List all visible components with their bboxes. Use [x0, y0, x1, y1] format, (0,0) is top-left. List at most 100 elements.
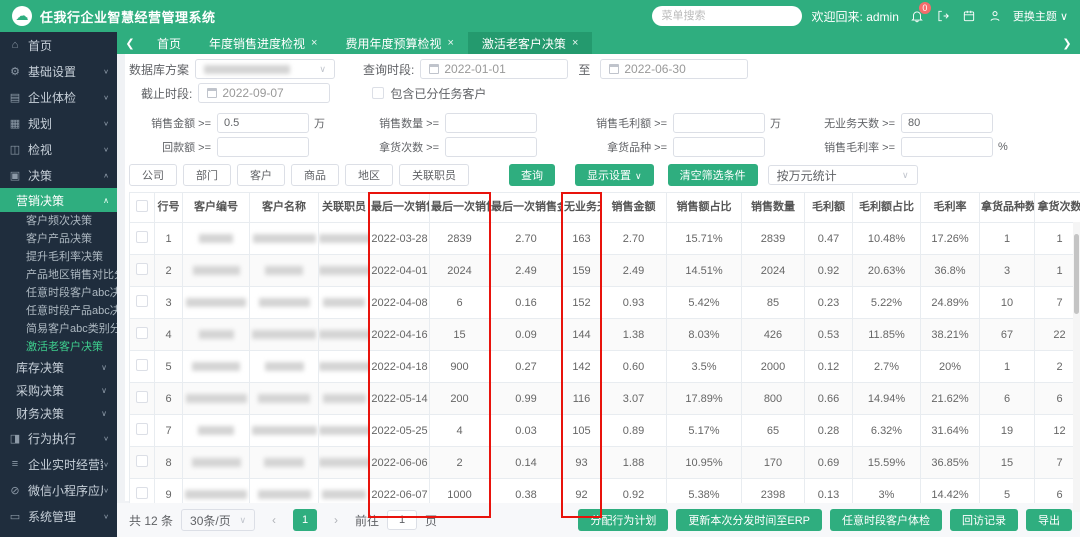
column-header-5[interactable]: 最后一次销售数量 [430, 193, 490, 223]
row-checkbox[interactable] [136, 487, 148, 499]
row-checkbox[interactable] [136, 263, 148, 275]
column-header-8[interactable]: 销售金额 [601, 193, 667, 223]
column-header-6[interactable]: 最后一次销售金额 [490, 193, 563, 223]
column-header-3[interactable]: 关联职员 [319, 193, 370, 223]
theme-switch[interactable]: 更换主题 ∨ [1013, 8, 1068, 24]
filter-field-input[interactable] [673, 137, 765, 157]
tab-close-icon[interactable]: × [311, 37, 317, 49]
sidebar-item-2[interactable]: ▤企业体检∨ [0, 84, 117, 110]
footer-button-1[interactable]: 更新本次分发时间至ERP [676, 509, 822, 531]
date-from-input[interactable]: 2022-01-01 [420, 59, 568, 79]
row-checkbox[interactable] [136, 423, 148, 435]
current-page-button[interactable]: 1 [293, 509, 317, 531]
unit-statistic-select[interactable]: 按万元统计 ∨ [768, 165, 918, 185]
menu-search-input[interactable] [652, 6, 802, 26]
row-checkbox[interactable] [136, 359, 148, 371]
sidebar-subitem-3[interactable]: 产品地区销售对比分析 [0, 266, 117, 284]
tab-close-icon[interactable]: × [447, 37, 453, 49]
sidebar-group-2[interactable]: 财务决策∨ [0, 402, 117, 425]
row-checkbox[interactable] [136, 231, 148, 243]
table-row[interactable]: 42022-04-16150.091441.388.03%4260.5311.8… [130, 319, 1080, 351]
vertical-scrollbar[interactable] [1073, 222, 1080, 512]
row-checkbox[interactable] [136, 295, 148, 307]
table-row[interactable]: 32022-04-0860.161520.935.42%850.235.22%2… [130, 287, 1080, 319]
logout-icon[interactable] [935, 8, 951, 24]
table-row[interactable]: 22022-04-0120242.491592.4914.51%20240.92… [130, 255, 1080, 287]
sidebar-item-5[interactable]: ▣决策∧ [0, 162, 117, 188]
filter-field-input[interactable] [217, 113, 309, 133]
dimension-button-0[interactable]: 公司 [129, 164, 177, 186]
tab-2[interactable]: 费用年度预算检视× [331, 32, 467, 54]
table-row[interactable]: 62022-05-142000.991163.0717.89%8000.6614… [130, 383, 1080, 415]
query-button[interactable]: 查询 [509, 164, 555, 186]
sidebar-group-1[interactable]: 采购决策∨ [0, 379, 117, 402]
next-page-button[interactable]: › [325, 509, 347, 531]
sidebar-subitem-1[interactable]: 客户产品决策 [0, 230, 117, 248]
filter-field-input[interactable] [901, 113, 993, 133]
column-header-7[interactable]: 无业务天数 [563, 193, 601, 223]
sidebar-subitem-5[interactable]: 任意时段产品abc决策 [0, 302, 117, 320]
column-header-1[interactable]: 客户编号 [183, 193, 250, 223]
column-header-14[interactable]: 拿货品种数 [980, 193, 1035, 223]
column-header-13[interactable]: 毛利率 [921, 193, 980, 223]
date-to-input[interactable]: 2022-06-30 [600, 59, 748, 79]
filter-field-input[interactable] [445, 113, 537, 133]
dimension-button-2[interactable]: 客户 [237, 164, 285, 186]
column-header-9[interactable]: 销售额占比 [667, 193, 742, 223]
row-checkbox[interactable] [136, 455, 148, 467]
user-settings-icon[interactable] [987, 8, 1003, 24]
row-checkbox[interactable] [136, 327, 148, 339]
prev-page-button[interactable]: ‹ [263, 509, 285, 531]
dimension-button-3[interactable]: 商品 [291, 164, 339, 186]
scheme-select[interactable]: ∨ [195, 59, 335, 79]
sidebar-group-0[interactable]: 库存决策∨ [0, 356, 117, 379]
table-row[interactable]: 82022-06-0620.14931.8810.95%1700.6915.59… [130, 447, 1080, 479]
column-header-12[interactable]: 毛利额占比 [853, 193, 921, 223]
sidebar-bottom-item-3[interactable]: ▭系统管理∨ [0, 503, 117, 529]
dimension-button-5[interactable]: 关联职员 [399, 164, 469, 186]
filter-field-input[interactable] [217, 137, 309, 157]
footer-button-4[interactable]: 导出 [1026, 509, 1072, 531]
column-header-0[interactable]: 行号 [155, 193, 183, 223]
include-assigned-checkbox[interactable] [372, 87, 384, 99]
sidebar-item-3[interactable]: ▦规划∨ [0, 110, 117, 136]
tab-1[interactable]: 年度销售进度检视× [195, 32, 331, 54]
tab-close-icon[interactable]: × [572, 37, 578, 49]
sidebar-item-4[interactable]: ◫检视∨ [0, 136, 117, 162]
footer-button-3[interactable]: 回访记录 [950, 509, 1018, 531]
column-header-11[interactable]: 毛利额 [805, 193, 853, 223]
dimension-button-1[interactable]: 部门 [183, 164, 231, 186]
sidebar-subitem-0[interactable]: 客户频次决策 [0, 212, 117, 230]
table-row[interactable]: 72022-05-2540.031050.895.17%650.286.32%3… [130, 415, 1080, 447]
tab-0[interactable]: 首页 [143, 32, 195, 54]
column-header-15[interactable]: 拿货次数 [1035, 193, 1080, 223]
sidebar-item-0[interactable]: ⌂首页 [0, 32, 117, 58]
notification-bell-icon[interactable]: 0 [909, 8, 925, 24]
sidebar-bottom-item-2[interactable]: ⊘微信小程序应用∨ [0, 477, 117, 503]
select-all-checkbox[interactable] [136, 200, 148, 212]
footer-button-2[interactable]: 任意时段客户体检 [830, 509, 942, 531]
filter-field-input[interactable] [901, 137, 993, 157]
table-row[interactable]: 52022-04-189000.271420.603.5%20000.122.7… [130, 351, 1080, 383]
sidebar-bottom-item-0[interactable]: ◨行为执行∨ [0, 425, 117, 451]
sidebar-item-1[interactable]: ⚙基础设置∨ [0, 58, 117, 84]
sidebar-group-marketing[interactable]: 营销决策 ∧ [0, 188, 117, 212]
sidebar-subitem-6[interactable]: 简易客户abc类别分析 [0, 320, 117, 338]
column-header-2[interactable]: 客户名称 [250, 193, 319, 223]
sidebar-subitem-7[interactable]: 激活老客户决策 [0, 338, 117, 356]
deadline-date-input[interactable]: 2022-09-07 [198, 83, 330, 103]
page-size-select[interactable]: 30条/页 ∨ [181, 509, 255, 531]
filter-field-input[interactable] [673, 113, 765, 133]
display-settings-button[interactable]: 显示设置∨ [575, 164, 654, 186]
sidebar-subitem-2[interactable]: 提升毛利率决策 [0, 248, 117, 266]
tabs-scroll-right-icon[interactable]: ❯ [1054, 37, 1080, 50]
tabs-scroll-left-icon[interactable]: ❮ [117, 37, 143, 50]
table-row[interactable]: 12022-03-2828392.701632.7015.71%28390.47… [130, 223, 1080, 255]
column-header-10[interactable]: 销售数量 [742, 193, 805, 223]
clear-filters-button[interactable]: 清空筛选条件 [668, 164, 758, 186]
footer-button-0[interactable]: 分配行为计划 [578, 509, 668, 531]
row-checkbox[interactable] [136, 391, 148, 403]
sidebar-bottom-item-1[interactable]: ≡企业实时经营数据∨ [0, 451, 117, 477]
dimension-button-4[interactable]: 地区 [345, 164, 393, 186]
column-header-4[interactable]: 最后一次销售日期 [370, 193, 430, 223]
